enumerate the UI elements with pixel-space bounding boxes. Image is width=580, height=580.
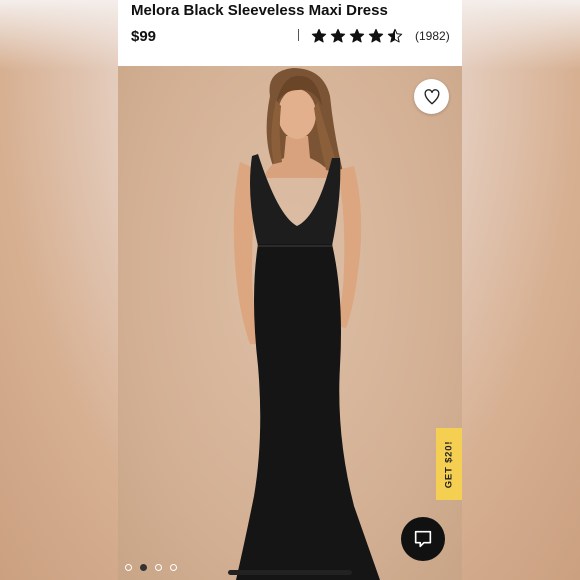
header-divider (298, 29, 299, 41)
product-header: Melora Black Sleeveless Maxi Dress $99 (… (118, 0, 462, 66)
review-count[interactable]: (1982) (415, 29, 450, 43)
promo-label: GET $20! (443, 440, 455, 488)
promo-tab[interactable]: GET $20! (436, 428, 462, 500)
star-rating[interactable] (311, 26, 403, 46)
carousel-dot[interactable] (125, 564, 132, 571)
carousel-dot[interactable] (155, 564, 162, 571)
wishlist-button[interactable] (414, 79, 449, 114)
product-photo[interactable]: GET $20! (118, 66, 462, 580)
star-half-icon (387, 28, 403, 43)
chat-bubble-icon (414, 530, 432, 548)
star-full-icon (330, 28, 346, 43)
product-screen: Melora Black Sleeveless Maxi Dress $99 (… (118, 0, 462, 580)
star-full-icon (368, 28, 384, 43)
star-full-icon (349, 28, 365, 43)
carousel-dot[interactable] (170, 564, 177, 571)
heart-outline-icon (424, 88, 439, 104)
product-title: Melora Black Sleeveless Maxi Dress (131, 2, 388, 19)
carousel-dots (125, 564, 177, 571)
chat-button[interactable] (401, 517, 445, 561)
model-image (233, 68, 380, 580)
star-full-icon (311, 28, 327, 43)
carousel-dot[interactable] (140, 564, 147, 571)
product-price: $99 (131, 28, 157, 45)
scroll-indicator (228, 570, 352, 575)
